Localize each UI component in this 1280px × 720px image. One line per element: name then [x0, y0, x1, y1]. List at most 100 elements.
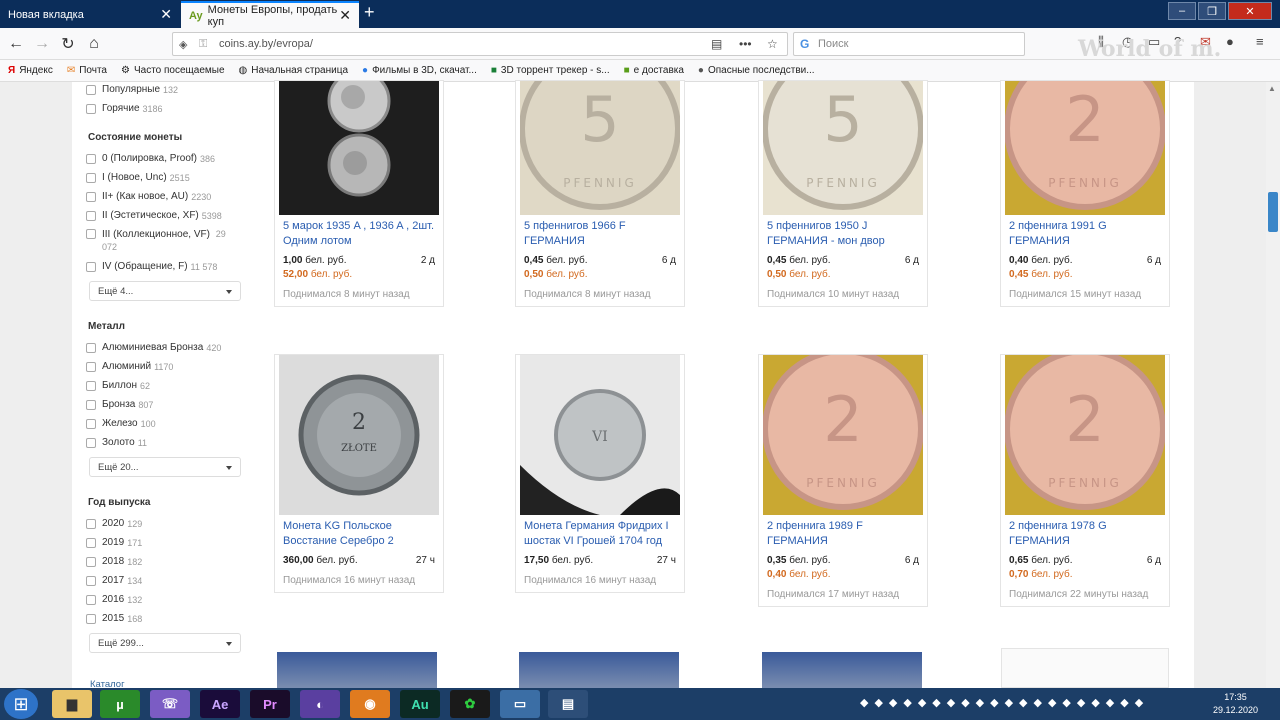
condition-more-dropdown[interactable]: Ещё 4...: [89, 281, 241, 301]
filter-condition-item[interactable]: 0 (Полировка, Proof) 386: [86, 149, 246, 168]
tab-new-tab[interactable]: Новая вкладка ✕: [0, 1, 180, 28]
filter-condition-item[interactable]: II (Эстетическое, XF) 5398: [86, 206, 246, 225]
listing-title-link[interactable]: Монета KG Польское Восстание Серебро 2: [275, 515, 443, 553]
shield-icon[interactable]: ◈: [179, 38, 187, 51]
listing-image[interactable]: 2 PFENNIG: [763, 355, 923, 515]
metal-more-dropdown[interactable]: Ещё 20...: [89, 457, 241, 477]
listing-image[interactable]: 2 PFENNIG: [1005, 355, 1165, 515]
listing-image-partial[interactable]: [762, 652, 922, 688]
filter-year-item[interactable]: 2016 132: [86, 590, 246, 609]
listing-title-link[interactable]: 2 пфеннига 1989 F ГЕРМАНИЯ: [759, 515, 927, 553]
utorrent-icon[interactable]: µ: [100, 690, 140, 718]
checkbox[interactable]: [86, 84, 96, 95]
listing-image-partial[interactable]: [277, 652, 437, 688]
listing-card[interactable]: 2 PFENNIG 2 пфеннига 1989 F ГЕРМАНИЯ 0,35 б…: [758, 354, 928, 607]
listing-card-partial[interactable]: [1001, 648, 1169, 688]
filter-year-item[interactable]: 2020 129: [86, 514, 246, 533]
scroll-up-icon[interactable]: ▲: [1268, 84, 1278, 94]
checkbox[interactable]: [86, 594, 96, 605]
checkbox[interactable]: [86, 210, 96, 221]
checkbox[interactable]: [86, 437, 96, 448]
search-input[interactable]: G Поиск: [793, 32, 1025, 56]
display-icon[interactable]: ▭: [500, 690, 540, 718]
bookmark-delivery[interactable]: ■ е доставка: [624, 65, 684, 76]
console-icon[interactable]: ▤: [548, 690, 588, 718]
bookmark-most-visited[interactable]: ⚙ Часто посещаемые: [121, 65, 225, 76]
reader-view-icon[interactable]: ▤: [711, 37, 722, 51]
filter-year-item[interactable]: 2018 182: [86, 552, 246, 571]
checkbox[interactable]: [86, 575, 96, 586]
year-more-dropdown[interactable]: Ещё 299...: [89, 633, 241, 653]
more-actions-icon[interactable]: •••: [739, 37, 752, 51]
listing-title-link[interactable]: 5 пфеннигов 1950 J ГЕРМАНИЯ - мон двор: [759, 215, 927, 253]
viber-icon[interactable]: ☏: [150, 690, 190, 718]
checkbox[interactable]: [86, 103, 96, 114]
start-button[interactable]: ⊞: [4, 689, 38, 719]
checkbox[interactable]: [86, 418, 96, 429]
menu-icon[interactable]: ≡: [1256, 34, 1264, 49]
listing-image[interactable]: VI: [520, 355, 680, 515]
listing-title-link[interactable]: 2 пфеннига 1978 G ГЕРМАНИЯ: [1001, 515, 1169, 553]
scrollbar-thumb[interactable]: [1268, 192, 1278, 232]
reload-icon[interactable]: ↻: [58, 34, 78, 54]
checkbox[interactable]: [86, 613, 96, 624]
close-window-icon[interactable]: ✕: [1228, 2, 1272, 20]
listing-title-link[interactable]: 5 пфеннигов 1966 F ГЕРМАНИЯ: [516, 215, 684, 253]
filter-metal-item[interactable]: Алюминий 1170: [86, 357, 246, 376]
checkbox[interactable]: [86, 380, 96, 391]
filter-year-item[interactable]: 2019 171: [86, 533, 246, 552]
back-icon[interactable]: ←: [6, 34, 26, 54]
bookmark-3d-films[interactable]: ● Фильмы в 3D, скачат...: [362, 65, 477, 76]
filter-year-item[interactable]: 2017 134: [86, 571, 246, 590]
filter-year-item[interactable]: 2015 168: [86, 609, 246, 628]
checkbox[interactable]: [86, 518, 96, 529]
checkbox[interactable]: [86, 537, 96, 548]
listing-card[interactable]: 5 марок 1935 A , 1936 A , 2шт. Одним лот…: [274, 80, 444, 307]
bookmark-dangers[interactable]: ● Опасные последстви...: [698, 65, 815, 76]
listing-card[interactable]: 2 PFENNIG 2 пфеннига 1991 G ГЕРМАНИЯ 0,40 б…: [1000, 80, 1170, 307]
scrollbar[interactable]: [1266, 82, 1280, 688]
filter-metal-item[interactable]: Алюминиевая Бронза 420: [86, 338, 246, 357]
listing-image[interactable]: 5 PFENNIG: [520, 81, 680, 215]
bookmark-start-page[interactable]: ◍ Начальная страница: [239, 65, 349, 76]
checkbox[interactable]: [86, 342, 96, 353]
filter-metal-item[interactable]: Бронза 807: [86, 395, 246, 414]
audition-icon[interactable]: Au: [400, 690, 440, 718]
checkbox[interactable]: [86, 399, 96, 410]
explorer-icon[interactable]: ▆: [52, 690, 92, 718]
maximize-icon[interactable]: ❐: [1198, 2, 1226, 20]
listing-image[interactable]: 5 PFENNIG: [763, 81, 923, 215]
listing-title-link[interactable]: 2 пфеннига 1991 G ГЕРМАНИЯ: [1001, 215, 1169, 253]
checkbox[interactable]: [86, 229, 96, 239]
listing-image[interactable]: 2 PFENNIG: [1005, 81, 1165, 215]
bookmark-mail[interactable]: ✉ Почта: [67, 65, 107, 76]
home-icon[interactable]: ⌂: [84, 34, 104, 54]
listing-card[interactable]: 5 PFENNIG 5 пфеннигов 1966 F ГЕРМАНИЯ 0,45 …: [515, 80, 685, 307]
close-icon[interactable]: ✕: [160, 6, 172, 23]
listing-image[interactable]: [279, 81, 439, 215]
system-tray[interactable]: ◆◆◆◆◆◆◆◆◆◆◆◆◆◆◆◆◆◆◆◆: [860, 696, 1149, 709]
filter-metal-item[interactable]: Биллон 62: [86, 376, 246, 395]
new-tab-plus-icon[interactable]: +: [364, 2, 375, 23]
icq-icon[interactable]: ✿: [450, 690, 490, 718]
listing-image-partial[interactable]: [519, 652, 679, 688]
filter-condition-item[interactable]: III (Коллекционное, VF) 29 072: [86, 225, 246, 257]
filter-metal-item[interactable]: Золото 11: [86, 433, 246, 452]
address-bar[interactable]: ◈ ⚿ coins.ay.by/evropa/ ▤ ••• ☆: [172, 32, 788, 56]
listing-card[interactable]: 2 ZŁOTE Монета KG Польское Восстание Сереб…: [274, 354, 444, 593]
bookmark-yandex[interactable]: Я Яндекс: [8, 65, 53, 76]
media-player-icon[interactable]: ◉: [350, 690, 390, 718]
account-icon[interactable]: ●: [1226, 34, 1234, 49]
checkbox[interactable]: [86, 556, 96, 567]
listing-card[interactable]: VI Монета Германия Фридрих I шостак VI Гр…: [515, 354, 685, 593]
filter-condition-item[interactable]: IV (Обращение, F) 11 578: [86, 257, 246, 276]
filter-condition-item[interactable]: II+ (Как новое, AU) 2230: [86, 187, 246, 206]
lock-icon[interactable]: ⚿: [199, 38, 207, 51]
filter-metal-item[interactable]: Железо 100: [86, 414, 246, 433]
listing-title-link[interactable]: 5 марок 1935 A , 1936 A , 2шт. Одним лот…: [275, 215, 443, 253]
filter-popular[interactable]: Популярные 132: [86, 82, 246, 99]
premiere-icon[interactable]: Pr: [250, 690, 290, 718]
after-effects-icon[interactable]: Ae: [200, 690, 240, 718]
checkbox[interactable]: [86, 172, 96, 183]
checkbox[interactable]: [86, 261, 96, 272]
